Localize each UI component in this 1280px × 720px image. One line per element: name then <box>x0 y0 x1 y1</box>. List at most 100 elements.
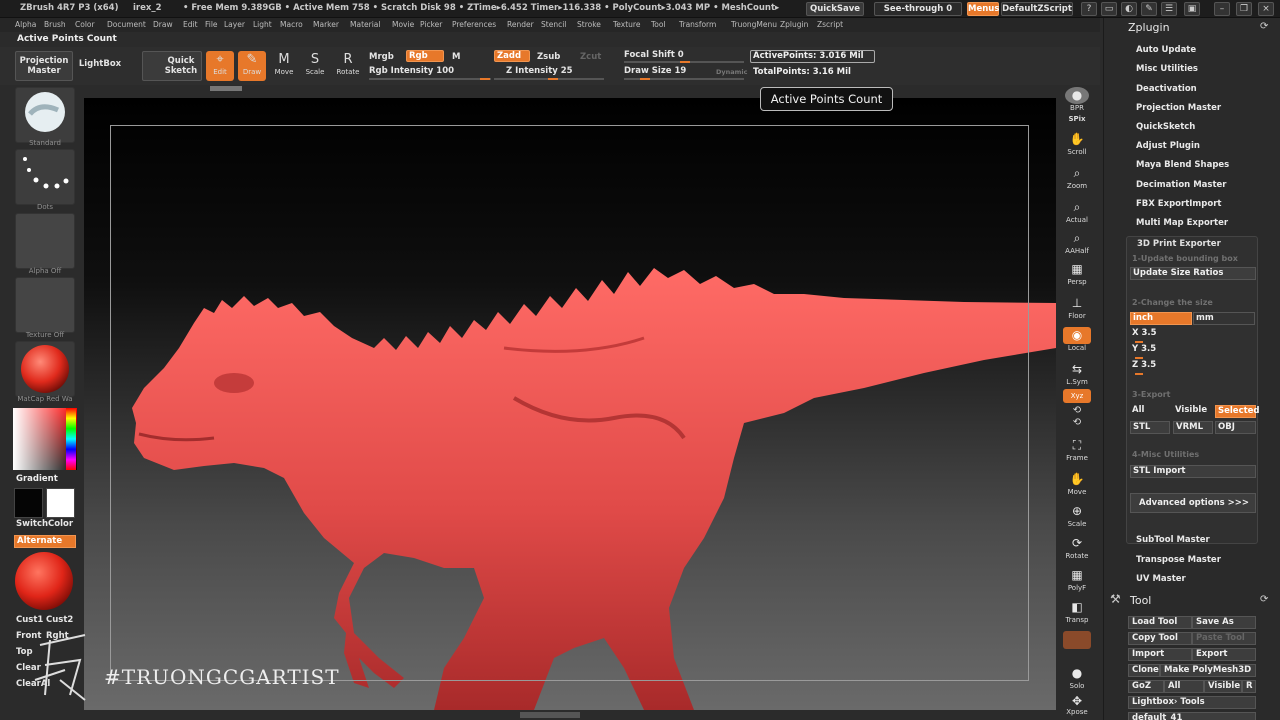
xpose-button[interactable]: ✥ Xpose <box>1063 695 1091 719</box>
goz-button[interactable]: GoZ <box>1128 680 1164 693</box>
menu-zscript[interactable]: Zscript <box>817 20 843 29</box>
inch-toggle[interactable]: inch <box>1130 312 1192 325</box>
mrgb-toggle[interactable]: Mrgb <box>369 52 394 62</box>
aahalf-button[interactable]: ⌕ AAHalf <box>1063 230 1091 260</box>
lightbox-button[interactable]: LightBox <box>76 51 124 81</box>
brush-thumbnail[interactable] <box>15 87 75 143</box>
menu-movie[interactable]: Movie <box>392 20 414 29</box>
make-polymesh-button[interactable]: Make PolyMesh3D <box>1160 664 1256 677</box>
menu-transform[interactable]: Transform <box>679 20 716 29</box>
goz-all-button[interactable]: All <box>1164 680 1204 693</box>
fbx-export-import-item[interactable]: FBX ExportImport <box>1136 199 1221 209</box>
adjust-plugin-item[interactable]: Adjust Plugin <box>1136 141 1200 151</box>
zcut-toggle[interactable]: Zcut <box>580 52 601 62</box>
dynamic-toggle[interactable]: Dynamic <box>716 68 748 76</box>
advanced-options-button[interactable]: Advanced options >>> <box>1130 493 1256 513</box>
stl-import-button[interactable]: STL Import <box>1130 465 1256 478</box>
menu-stroke[interactable]: Stroke <box>577 20 601 29</box>
rgb-intensity-slider[interactable]: Rgb Intensity 100 <box>369 66 454 76</box>
menu-macro[interactable]: Macro <box>280 20 303 29</box>
zscript-button[interactable]: DefaultZScript <box>1001 2 1073 16</box>
alpha-thumbnail[interactable] <box>15 213 75 269</box>
menu-color[interactable]: Color <box>75 20 95 29</box>
primary-color-swatch[interactable] <box>14 488 43 518</box>
xyz-button[interactable]: Xyz <box>1063 389 1091 403</box>
close-icon[interactable]: × <box>1258 2 1274 16</box>
rotate-view-button[interactable]: ⟳ Rotate <box>1063 535 1091 565</box>
menu-edit[interactable]: Edit <box>183 20 198 29</box>
rgb-intensity-track[interactable] <box>369 78 491 80</box>
menus-button[interactable]: Menus <box>967 2 999 16</box>
frame-button[interactable]: ⛶ Frame <box>1063 437 1091 467</box>
zplugin-title[interactable]: Zplugin <box>1128 21 1170 34</box>
edit-button[interactable]: ⌖ Edit <box>206 51 234 81</box>
menu-stencil[interactable]: Stencil <box>541 20 566 29</box>
lock-icon[interactable]: ▣ <box>1184 2 1200 16</box>
scale-button[interactable]: S Scale <box>301 51 329 81</box>
stroke-thumbnail[interactable] <box>15 149 75 205</box>
paste-tool-button[interactable]: Paste Tool <box>1192 632 1256 645</box>
rotate-button[interactable]: R Rotate <box>334 51 362 81</box>
deactivation-item[interactable]: Deactivation <box>1136 84 1197 94</box>
vrml-export-button[interactable]: VRML <box>1173 421 1213 434</box>
projection-master-item[interactable]: Projection Master <box>1136 103 1221 113</box>
menu-render[interactable]: Render <box>507 20 534 29</box>
obj-export-button[interactable]: OBJ <box>1215 421 1256 434</box>
rotation-axis-icons[interactable]: ⟲ ⟲ <box>1063 405 1091 431</box>
menu-tool[interactable]: Tool <box>651 20 666 29</box>
toolbar-scroll-handle[interactable] <box>210 86 242 91</box>
goz-visible-button[interactable]: Visible <box>1204 680 1242 693</box>
x-size-slider[interactable]: X 3.5 <box>1130 328 1255 341</box>
scroll-button[interactable]: ✋ Scroll <box>1063 131 1091 161</box>
menu-brush[interactable]: Brush <box>44 20 66 29</box>
ghost-button[interactable] <box>1063 631 1091 649</box>
auto-update-item[interactable]: Auto Update <box>1136 45 1196 55</box>
menu-truongmenu[interactable]: TruongMenu <box>731 20 777 29</box>
menu-material[interactable]: Material <box>350 20 380 29</box>
lsym-button[interactable]: ⇆ L.Sym <box>1063 361 1091 391</box>
export-selected-toggle[interactable]: Selected <box>1215 405 1260 418</box>
projection-master-button[interactable]: Projection Master <box>15 51 73 81</box>
zadd-toggle[interactable]: Zadd <box>494 50 530 62</box>
restore-icon[interactable]: ❐ <box>1236 2 1252 16</box>
zoom-button[interactable]: ⌕ Zoom <box>1063 165 1091 195</box>
menu-document[interactable]: Document <box>107 20 146 29</box>
quicksketch-item[interactable]: QuickSketch <box>1136 122 1195 132</box>
export-button[interactable]: Export <box>1192 648 1256 661</box>
save-as-button[interactable]: Save As <box>1192 616 1256 629</box>
z-size-slider[interactable]: Z 3.5 <box>1130 360 1255 373</box>
secondary-color-swatch[interactable] <box>46 488 75 518</box>
menu-texture[interactable]: Texture <box>613 20 640 29</box>
menu-zplugin[interactable]: Zplugin <box>780 20 808 29</box>
floor-button[interactable]: ⊥ Floor <box>1063 295 1091 325</box>
zplugin-refresh-icon[interactable]: ⟳ <box>1260 21 1268 32</box>
minimize-icon[interactable]: – <box>1214 2 1230 16</box>
transpose-master-item[interactable]: Transpose Master <box>1136 555 1221 565</box>
quicksave-button[interactable]: QuickSave <box>806 2 864 16</box>
goz-r-button[interactable]: R <box>1242 680 1256 693</box>
layout-icon[interactable]: ▭ <box>1101 2 1117 16</box>
ui-icon[interactable]: ☰ <box>1161 2 1177 16</box>
menu-picker[interactable]: Picker <box>420 20 442 29</box>
rgb-toggle[interactable]: Rgb <box>406 50 444 62</box>
menu-alpha[interactable]: Alpha <box>15 20 36 29</box>
viewport-scroll-handle[interactable] <box>520 712 580 718</box>
transp-button[interactable]: ◧ Transp <box>1063 599 1091 629</box>
decimation-master-item[interactable]: Decimation Master <box>1136 180 1226 190</box>
print-exporter-title[interactable]: 3D Print Exporter <box>1137 239 1221 249</box>
zsub-toggle[interactable]: Zsub <box>537 52 560 62</box>
tool-title[interactable]: Tool <box>1130 594 1151 607</box>
export-all-toggle[interactable]: All <box>1130 405 1170 418</box>
texture-thumbnail[interactable] <box>15 277 75 333</box>
load-tool-button[interactable]: Load Tool <box>1128 616 1192 629</box>
lightbox-tools-button[interactable]: Lightbox› Tools <box>1128 696 1256 709</box>
mm-toggle[interactable]: mm <box>1193 312 1255 325</box>
move-view-button[interactable]: ✋ Move <box>1063 471 1091 501</box>
brush-icon[interactable]: ✎ <box>1141 2 1157 16</box>
polyf-button[interactable]: ▦ PolyF <box>1063 567 1091 597</box>
maya-blend-shapes-item[interactable]: Maya Blend Shapes <box>1136 160 1229 170</box>
move-button[interactable]: M Move <box>270 51 298 81</box>
scale-view-button[interactable]: ⊕ Scale <box>1063 503 1091 533</box>
subtool-master-item[interactable]: SubTool Master <box>1136 535 1210 545</box>
active-points-readout[interactable]: ActivePoints: 3.016 Mil <box>750 50 875 63</box>
